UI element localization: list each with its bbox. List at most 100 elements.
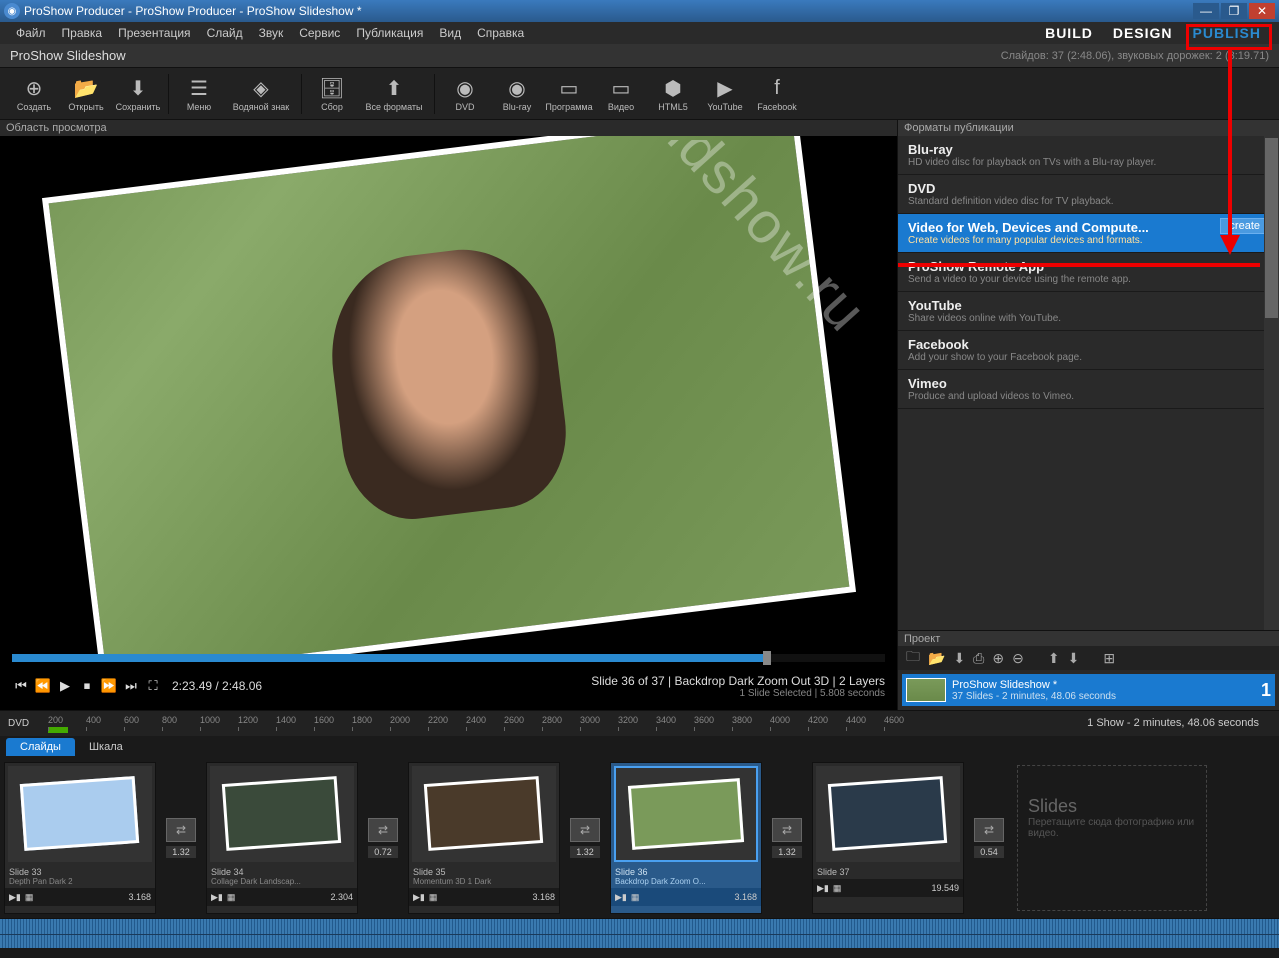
- slide-34[interactable]: 34 Slide 34Collage Dark Landscap... ▶▮ ▦…: [206, 762, 358, 914]
- fx-icon[interactable]: ▦: [227, 892, 236, 903]
- proj-remove-icon[interactable]: ⊖: [1012, 650, 1024, 667]
- tb-save[interactable]: ⬇Сохранить: [112, 69, 164, 119]
- proj-up-icon[interactable]: ⬆: [1048, 650, 1060, 667]
- dropzone[interactable]: SlidesПеретащите сюда фотографию или вид…: [1017, 765, 1207, 911]
- tb-dvd[interactable]: ◉DVD: [439, 69, 491, 119]
- transition-35[interactable]: ⇄ 1.32: [562, 762, 608, 914]
- mode-design[interactable]: DESIGN: [1103, 23, 1183, 43]
- transition-33[interactable]: ⇄ 1.32: [158, 762, 204, 914]
- slide-strip[interactable]: 33 Slide 33Depth Pan Dark 2 ▶▮ ▦ 3.168 ⇄…: [0, 758, 1279, 918]
- transition-36[interactable]: ⇄ 1.32: [764, 762, 810, 914]
- tb-program[interactable]: ▭Программа: [543, 69, 595, 119]
- fmt-youtube[interactable]: YouTubeShare videos online with YouTube.: [898, 292, 1279, 331]
- forward-button[interactable]: ⏩: [100, 677, 118, 695]
- transition-duration[interactable]: 1.32: [570, 846, 600, 858]
- slide-33[interactable]: 33 Slide 33Depth Pan Dark 2 ▶▮ ▦ 3.168: [4, 762, 156, 914]
- slide-35[interactable]: 35 Slide 35Momentum 3D 1 Dark ▶▮ ▦ 3.168: [408, 762, 560, 914]
- transition-icon[interactable]: ⇄: [570, 818, 600, 842]
- fmt-remote[interactable]: ProShow Remote AppSend a video to your d…: [898, 253, 1279, 292]
- slide-duration[interactable]: 2.304: [330, 892, 353, 902]
- play-slide-icon[interactable]: ▶▮: [413, 892, 425, 903]
- menu-file[interactable]: Файл: [8, 24, 54, 42]
- proj-down-icon[interactable]: ⬇: [1068, 650, 1080, 667]
- menu-help[interactable]: Справка: [469, 24, 532, 42]
- transition-duration[interactable]: 1.32: [772, 846, 802, 858]
- fx-icon[interactable]: ▦: [631, 892, 640, 903]
- menu-slide[interactable]: Слайд: [199, 24, 251, 42]
- project-item[interactable]: ProShow Slideshow * 37 Slides - 2 minute…: [902, 674, 1275, 706]
- tb-youtube[interactable]: ▶YouTube: [699, 69, 751, 119]
- fmt-vimeo[interactable]: VimeoProduce and upload videos to Vimeo.: [898, 370, 1279, 409]
- fmt-bluray[interactable]: Blu-rayHD video disc for playback on TVs…: [898, 136, 1279, 175]
- slide-duration[interactable]: 3.168: [734, 892, 757, 902]
- proj-options-icon[interactable]: ⊞: [1103, 650, 1115, 667]
- menu-presentation[interactable]: Презентация: [110, 24, 199, 42]
- slide-36[interactable]: 36 Slide 36Backdrop Dark Zoom O... ▶▮ ▦ …: [610, 762, 762, 914]
- scrollbar[interactable]: [1264, 136, 1279, 630]
- tb-video[interactable]: ▭Видео: [595, 69, 647, 119]
- transition-34[interactable]: ⇄ 0.72: [360, 762, 406, 914]
- mode-publish[interactable]: PUBLISH: [1183, 23, 1271, 43]
- tb-facebook[interactable]: fFacebook: [751, 69, 803, 119]
- play-slide-icon[interactable]: ▶▮: [615, 892, 627, 903]
- menu-icon: ☰: [186, 75, 212, 101]
- fullscreen-button[interactable]: ⛶: [144, 677, 162, 695]
- transition-icon[interactable]: ⇄: [772, 818, 802, 842]
- rewind-button[interactable]: ⏪: [34, 677, 52, 695]
- preview-area[interactable]: [0, 136, 897, 654]
- last-button[interactable]: ⏭: [122, 677, 140, 695]
- slide-duration[interactable]: 3.168: [532, 892, 555, 902]
- transition-icon[interactable]: ⇄: [974, 818, 1004, 842]
- tb-menu[interactable]: ☰Меню: [173, 69, 225, 119]
- mode-build[interactable]: BUILD: [1035, 23, 1103, 43]
- audio-track[interactable]: [0, 918, 1279, 948]
- transition-duration[interactable]: 1.32: [166, 846, 196, 858]
- tab-scale[interactable]: Шкала: [75, 738, 137, 756]
- tb-new[interactable]: ⊕Создать: [8, 69, 60, 119]
- play-slide-icon[interactable]: ▶▮: [211, 892, 223, 903]
- fmt-facebook[interactable]: FacebookAdd your show to your Facebook p…: [898, 331, 1279, 370]
- project-subtitle: 37 Slides - 2 minutes, 48.06 seconds: [952, 691, 1255, 702]
- seekbar[interactable]: [12, 654, 885, 662]
- menu-service[interactable]: Сервис: [291, 24, 348, 42]
- slide-duration[interactable]: 19.549: [931, 883, 959, 893]
- fx-icon[interactable]: ▦: [429, 892, 438, 903]
- play-button[interactable]: ▶: [56, 677, 74, 695]
- proj-save-icon[interactable]: ⬇: [953, 650, 965, 667]
- proj-add-icon[interactable]: ⊕: [992, 650, 1004, 667]
- tb-allformats[interactable]: ⬆Все форматы: [358, 69, 430, 119]
- proj-open-icon[interactable]: 📂: [928, 650, 945, 667]
- timeline-ruler[interactable]: DVD 200400600800100012001400160018002000…: [0, 710, 1279, 736]
- tab-slides[interactable]: Слайды: [6, 738, 75, 756]
- close-button[interactable]: ✕: [1249, 3, 1275, 19]
- tb-html5[interactable]: ⬢HTML5: [647, 69, 699, 119]
- fx-icon[interactable]: ▦: [833, 883, 842, 894]
- first-button[interactable]: ⏮: [12, 677, 30, 695]
- maximize-button[interactable]: ❐: [1221, 3, 1247, 19]
- menu-view[interactable]: Вид: [431, 24, 469, 42]
- play-slide-icon[interactable]: ▶▮: [9, 892, 21, 903]
- menu-edit[interactable]: Правка: [54, 24, 111, 42]
- minimize-button[interactable]: —: [1193, 3, 1219, 19]
- fmt-dvd[interactable]: DVDStandard definition video disc for TV…: [898, 175, 1279, 214]
- proj-new-icon[interactable]: 🗀: [906, 646, 920, 670]
- slide-37[interactable]: 37 Slide 37 ▶▮ ▦ 19.549: [812, 762, 964, 914]
- transition-duration[interactable]: 0.54: [974, 846, 1004, 858]
- transition-icon[interactable]: ⇄: [166, 818, 196, 842]
- proj-print-icon[interactable]: ⎙: [973, 650, 984, 667]
- create-button[interactable]: create: [1220, 218, 1269, 234]
- transition-duration[interactable]: 0.72: [368, 846, 398, 858]
- fmt-video[interactable]: createVideo for Web, Devices and Compute…: [898, 214, 1279, 253]
- tb-watermark[interactable]: ◈Водяной знак: [225, 69, 297, 119]
- tb-collect[interactable]: 🗄Сбор: [306, 69, 358, 119]
- transition-37[interactable]: ⇄ 0.54: [966, 762, 1012, 914]
- slide-duration[interactable]: 3.168: [128, 892, 151, 902]
- menu-sound[interactable]: Звук: [251, 24, 292, 42]
- play-slide-icon[interactable]: ▶▮: [817, 883, 829, 894]
- transition-icon[interactable]: ⇄: [368, 818, 398, 842]
- stop-button[interactable]: ⏹: [78, 677, 96, 695]
- tb-open[interactable]: 📂Открыть: [60, 69, 112, 119]
- fx-icon[interactable]: ▦: [25, 892, 34, 903]
- menu-publication[interactable]: Публикация: [348, 24, 431, 42]
- tb-bluray[interactable]: ◉Blu-ray: [491, 69, 543, 119]
